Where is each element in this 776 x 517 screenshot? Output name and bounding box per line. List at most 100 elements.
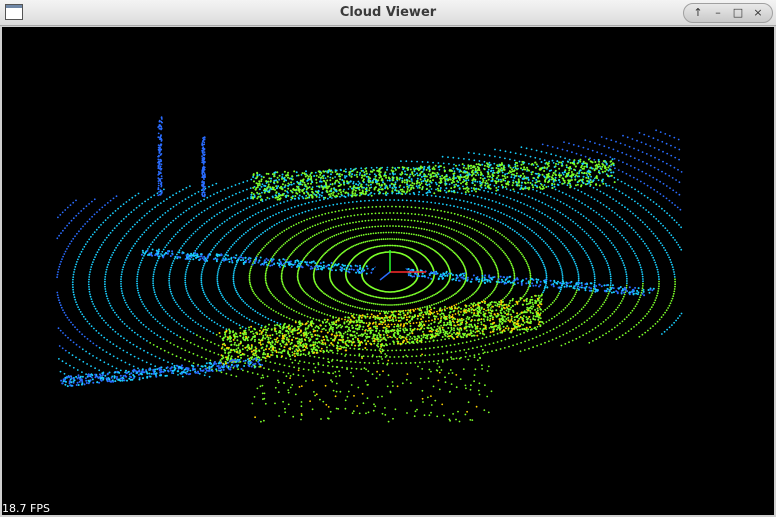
cloud-point bbox=[577, 271, 579, 273]
cloud-point bbox=[136, 333, 139, 336]
cloud-point bbox=[236, 310, 238, 313]
cloud-point bbox=[343, 293, 346, 295]
arrow-up-icon[interactable]: ↑ bbox=[690, 5, 706, 21]
cloud-point bbox=[622, 134, 624, 137]
cloud-point bbox=[430, 194, 433, 197]
cloud-point bbox=[389, 173, 391, 175]
cloud-point bbox=[425, 320, 427, 323]
cloud-point bbox=[473, 202, 476, 205]
cloud-point bbox=[576, 269, 579, 271]
cloud-point bbox=[284, 184, 287, 187]
cloud-point bbox=[216, 275, 219, 277]
title-bar[interactable]: Cloud Viewer ↑ – □ × bbox=[0, 0, 776, 26]
cloud-point bbox=[407, 302, 410, 305]
cloud-point bbox=[497, 185, 500, 188]
cloud-point bbox=[640, 319, 642, 322]
cloud-point bbox=[216, 273, 219, 275]
cloud-point bbox=[272, 214, 274, 217]
cloud-point bbox=[598, 213, 600, 216]
cloud-point bbox=[236, 261, 239, 264]
cloud-point bbox=[470, 209, 473, 212]
cloud-point bbox=[139, 264, 141, 266]
cloud-point bbox=[174, 301, 177, 304]
cloud-point bbox=[93, 213, 96, 216]
cloud-point bbox=[260, 185, 263, 188]
cloud-point bbox=[159, 202, 162, 205]
cloud-point bbox=[519, 251, 522, 254]
cloud-point bbox=[76, 303, 78, 306]
cloud-point bbox=[382, 192, 385, 195]
cloud-point bbox=[206, 235, 208, 238]
cloud-point bbox=[525, 147, 528, 150]
cloud-point bbox=[121, 320, 124, 323]
cloud-point bbox=[231, 215, 234, 218]
cloud-point bbox=[626, 222, 628, 225]
cloud-point bbox=[391, 304, 393, 306]
cloud-point bbox=[187, 196, 190, 199]
cloud-point bbox=[495, 167, 498, 169]
maximize-icon[interactable]: □ bbox=[730, 5, 746, 21]
cloud-point bbox=[548, 340, 550, 343]
cloud-point bbox=[548, 305, 551, 308]
cloud-point bbox=[672, 236, 675, 239]
cloud-point bbox=[322, 230, 325, 232]
cloud-point bbox=[309, 226, 311, 229]
cloud-point bbox=[379, 303, 381, 306]
cloud-point bbox=[334, 176, 336, 178]
cloud-point bbox=[302, 368, 305, 370]
cloud-point bbox=[677, 317, 679, 320]
cloud-point bbox=[162, 338, 165, 340]
cloud-point bbox=[512, 243, 515, 246]
close-icon[interactable]: × bbox=[750, 5, 766, 21]
cloud-point bbox=[225, 372, 228, 375]
cloud-point bbox=[590, 315, 593, 318]
cloud-point bbox=[664, 311, 666, 314]
cloud-point bbox=[508, 290, 511, 293]
cloud-point bbox=[152, 222, 154, 225]
cloud-point bbox=[542, 240, 545, 243]
cloud-point bbox=[619, 322, 621, 325]
cloud-point bbox=[509, 158, 511, 161]
cloud-point bbox=[381, 245, 384, 247]
cloud-point bbox=[569, 317, 572, 320]
cloud-point bbox=[593, 169, 596, 172]
cloud-point bbox=[264, 276, 267, 278]
minimize-icon[interactable]: – bbox=[710, 5, 726, 21]
cloud-point bbox=[196, 334, 198, 337]
cloud-point bbox=[526, 264, 529, 266]
cloud-point bbox=[579, 226, 582, 229]
cloud-point bbox=[315, 190, 318, 193]
cloud-point bbox=[375, 323, 377, 325]
cloud-point bbox=[637, 190, 640, 193]
cloud-point bbox=[364, 167, 367, 170]
cloud-point bbox=[287, 171, 290, 174]
cloud-point bbox=[393, 356, 396, 358]
cloud-point bbox=[496, 341, 499, 343]
cloud-point bbox=[295, 233, 298, 236]
cloud-point bbox=[661, 244, 664, 247]
cloud-point bbox=[562, 173, 565, 176]
cloud-point bbox=[668, 304, 671, 307]
cloud-point bbox=[342, 240, 344, 243]
cloud-point bbox=[667, 307, 669, 309]
cloud-point bbox=[82, 315, 85, 318]
cloud-point bbox=[552, 162, 555, 164]
cloud-point bbox=[389, 184, 391, 187]
cloud-point bbox=[191, 300, 193, 303]
cloud-point bbox=[202, 289, 205, 292]
cloud-point bbox=[665, 185, 668, 187]
cloud-point bbox=[224, 208, 227, 211]
cloud-point bbox=[401, 238, 404, 241]
cloud-point bbox=[590, 262, 593, 265]
cloud-point bbox=[277, 300, 280, 302]
cloud-point bbox=[154, 206, 157, 209]
cloud-point bbox=[102, 349, 104, 351]
point-cloud-viewport[interactable]: 18.7 FPS bbox=[2, 27, 774, 515]
cloud-point bbox=[427, 173, 430, 176]
cloud-point bbox=[213, 193, 215, 196]
cloud-point bbox=[501, 249, 504, 252]
cloud-point bbox=[153, 271, 155, 273]
cloud-point bbox=[375, 309, 378, 312]
cloud-point bbox=[222, 326, 225, 329]
cloud-point bbox=[273, 295, 275, 298]
